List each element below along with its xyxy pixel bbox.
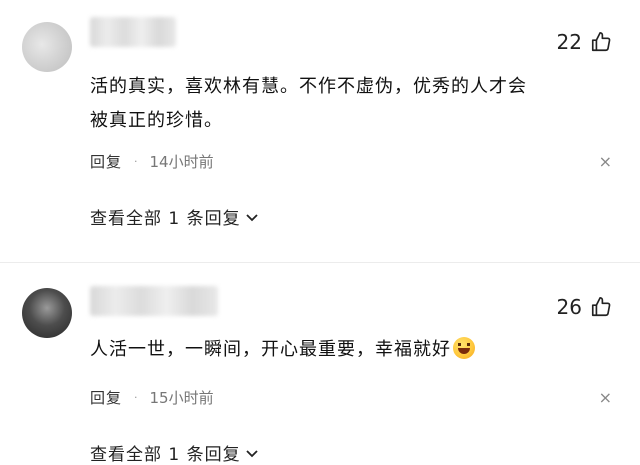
chevron-down-icon: [245, 449, 258, 457]
thumbs-up-icon: [591, 32, 611, 52]
comment-meta: 回复 · 15小时前: [90, 387, 214, 408]
comment-text: 人活一世，一瞬间，开心最重要，幸福就好: [90, 333, 530, 367]
username-blurred[interactable]: [90, 17, 176, 47]
view-all-replies-button[interactable]: 查看全部 1 条回复: [90, 204, 259, 229]
chevron-down-icon: [245, 213, 258, 221]
laughing-emoji-icon: [453, 337, 475, 359]
avatar[interactable]: [22, 22, 72, 72]
like-button[interactable]: 26: [557, 295, 612, 319]
view-all-replies-button[interactable]: 查看全部 1 条回复: [90, 440, 259, 465]
avatar[interactable]: [22, 288, 72, 338]
reply-button[interactable]: 回复: [90, 151, 122, 172]
comment-meta: 回复 · 14小时前: [90, 151, 214, 172]
divider: [0, 262, 640, 263]
comment-text: 活的真实，喜欢林有慧。不作不虚伪，优秀的人才会被真正的珍惜。: [90, 76, 527, 131]
comment-text-content: 人活一世，一瞬间，开心最重要，幸福就好: [90, 339, 451, 360]
view-replies-label: 查看全部 1 条回复: [90, 209, 241, 229]
separator-dot: ·: [134, 391, 138, 404]
view-replies-label: 查看全部 1 条回复: [90, 445, 241, 465]
username-blurred[interactable]: [90, 286, 218, 316]
like-count: 22: [556, 30, 582, 54]
close-icon[interactable]: ×: [599, 390, 612, 406]
like-count: 26: [556, 295, 582, 319]
separator-dot: ·: [134, 155, 138, 168]
timestamp: 15小时前: [149, 389, 214, 407]
close-icon[interactable]: ×: [599, 154, 612, 170]
timestamp: 14小时前: [149, 153, 214, 171]
like-button[interactable]: 22: [557, 30, 612, 54]
thumbs-up-icon: [591, 297, 611, 317]
reply-button[interactable]: 回复: [90, 387, 122, 408]
